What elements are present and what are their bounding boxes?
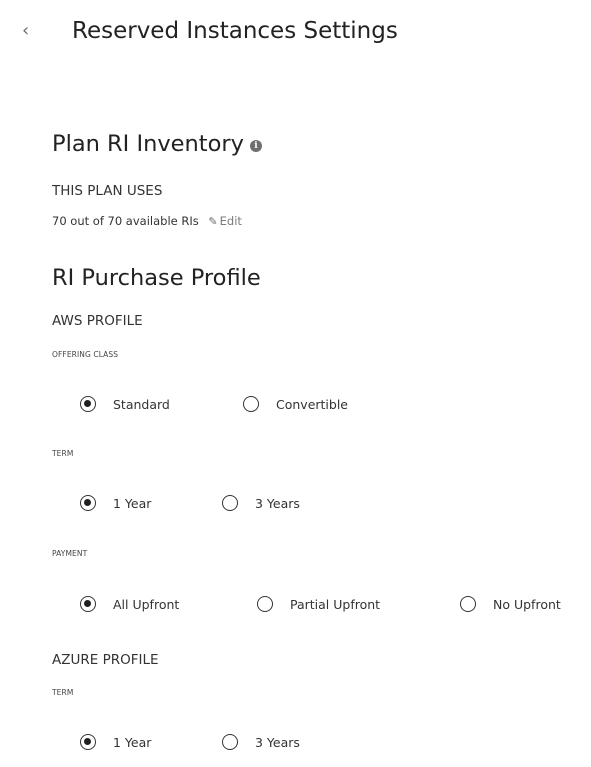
azure-term-3-years-radio[interactable]: 3 Years: [222, 731, 300, 753]
aws-term-label: TERM: [52, 449, 74, 458]
aws-profile-label: AWS PROFILE: [52, 313, 143, 329]
chevron-left-icon[interactable]: ‹: [22, 17, 29, 45]
page-title: Reserved Instances Settings: [72, 18, 398, 44]
radio-unchecked-icon: [460, 596, 476, 612]
inventory-section-title: Plan RI Inventory i: [52, 128, 262, 160]
azure-term-1-year-radio[interactable]: 1 Year: [80, 731, 151, 753]
edit-label: Edit: [219, 214, 242, 228]
payment-no-upfront-radio[interactable]: No Upfront: [460, 593, 561, 615]
radio-unchecked-icon: [243, 396, 259, 412]
inventory-summary-row: 70 out of 70 available RIs ✎ Edit: [52, 213, 242, 230]
radio-label: No Upfront: [493, 596, 561, 612]
reserved-instances-settings-panel: ‹ Reserved Instances Settings Plan RI In…: [0, 0, 592, 767]
radio-label: 3 Years: [255, 734, 300, 750]
edit-link[interactable]: ✎ Edit: [208, 214, 242, 228]
payment-partial-upfront-radio[interactable]: Partial Upfront: [257, 593, 380, 615]
radio-unchecked-icon: [222, 734, 238, 750]
radio-label: 3 Years: [255, 495, 300, 511]
radio-label: 1 Year: [113, 495, 152, 511]
azure-term-label: TERM: [52, 688, 74, 697]
payment-all-upfront-radio[interactable]: All Upfront: [80, 593, 179, 615]
header: ‹ Reserved Instances Settings: [0, 0, 591, 60]
inventory-summary: 70 out of 70 available RIs: [52, 214, 199, 228]
payment-label: PAYMENT: [52, 549, 88, 558]
plan-uses-label: THIS PLAN USES: [52, 183, 163, 199]
radio-label: All Upfront: [113, 596, 180, 612]
offering-class-label: OFFERING CLASS: [52, 350, 119, 359]
info-icon[interactable]: i: [249, 140, 262, 152]
radio-unchecked-icon: [222, 495, 238, 511]
radio-checked-icon: [80, 495, 96, 511]
radio-unchecked-icon: [257, 596, 273, 612]
pencil-icon: ✎: [208, 215, 218, 228]
offering-convertible-radio[interactable]: Convertible: [243, 393, 348, 415]
radio-checked-icon: [80, 396, 96, 412]
offering-standard-radio[interactable]: Standard: [80, 393, 170, 415]
azure-profile-label: AZURE PROFILE: [52, 652, 159, 668]
inventory-title: Plan RI Inventory: [52, 131, 244, 157]
aws-term-1-year-radio[interactable]: 1 Year: [80, 492, 151, 514]
radio-checked-icon: [80, 734, 96, 750]
radio-label: Partial Upfront: [290, 596, 381, 612]
radio-label: 1 Year: [113, 734, 152, 750]
radio-checked-icon: [80, 596, 96, 612]
radio-label: Convertible: [276, 396, 348, 412]
purchase-profile-title: RI Purchase Profile: [52, 265, 261, 291]
aws-term-3-years-radio[interactable]: 3 Years: [222, 492, 300, 514]
radio-label: Standard: [113, 396, 170, 412]
